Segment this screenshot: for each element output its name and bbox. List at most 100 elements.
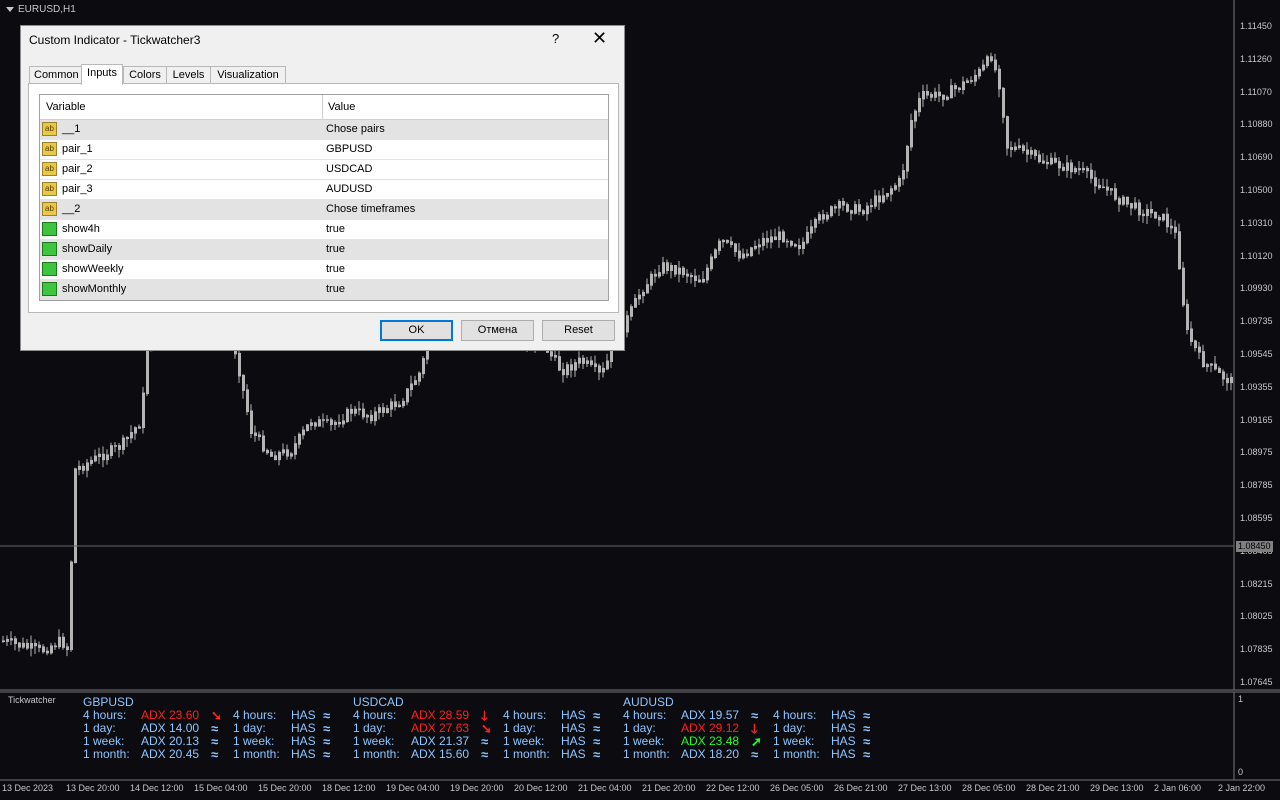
- candle-body: [394, 401, 397, 408]
- candle-body: [890, 188, 893, 195]
- candle-body: [874, 195, 877, 207]
- candle-body: [266, 449, 269, 454]
- candle-body: [62, 636, 65, 648]
- param-value[interactable]: GBPUSD: [326, 143, 372, 155]
- candle-body: [738, 250, 741, 259]
- candle-body: [866, 205, 869, 215]
- close-icon[interactable]: ✕: [592, 28, 607, 49]
- time-tick: 21 Dec 04:00: [578, 783, 632, 793]
- column-variable[interactable]: Variable: [46, 101, 86, 113]
- waves-icon: ≈: [751, 747, 759, 762]
- candle-body: [326, 419, 329, 421]
- chart-symbol[interactable]: EURUSD,H1: [6, 4, 76, 15]
- param-row-showMonthly[interactable]: showMonthly true: [40, 280, 608, 300]
- candle-body: [958, 87, 961, 91]
- candle-body: [826, 214, 829, 220]
- candle-body: [70, 561, 73, 651]
- candle-body: [106, 454, 109, 461]
- time-tick: 20 Dec 12:00: [514, 783, 568, 793]
- param-value[interactable]: USDCAD: [326, 163, 372, 175]
- candle-body: [914, 110, 917, 122]
- waves-icon: ≈: [863, 747, 871, 762]
- candle-body: [374, 411, 377, 422]
- adx-value: ADX 20.45: [141, 747, 200, 761]
- waves-icon: ≈: [211, 747, 219, 762]
- column-value[interactable]: Value: [328, 101, 355, 113]
- time-tick: 21 Dec 20:00: [642, 783, 696, 793]
- param-value[interactable]: Chose pairs: [326, 123, 385, 135]
- column-divider[interactable]: [322, 95, 323, 119]
- param-row-pair3[interactable]: ab pair_3 AUDUSD: [40, 180, 608, 200]
- param-row-showWeekly[interactable]: showWeekly true: [40, 260, 608, 280]
- tab-visualization[interactable]: Visualization: [210, 66, 286, 84]
- candle-body: [954, 85, 957, 90]
- param-row-pair1[interactable]: ab pair_1 GBPUSD: [40, 140, 608, 160]
- candle-body: [938, 91, 941, 97]
- string-param-icon: ab: [42, 122, 57, 136]
- param-row-2[interactable]: ab __2 Chose timeframes: [40, 200, 608, 220]
- candle-body: [406, 388, 409, 403]
- param-value[interactable]: true: [326, 263, 345, 275]
- candle-body: [554, 354, 557, 358]
- param-value[interactable]: AUDUSD: [326, 183, 372, 195]
- param-value[interactable]: true: [326, 223, 345, 235]
- candle-body: [686, 273, 689, 277]
- candle-body: [886, 193, 889, 197]
- candle-body: [402, 400, 405, 407]
- candle-body: [1034, 150, 1037, 156]
- candle-body: [86, 462, 89, 471]
- param-name: pair_2: [62, 163, 93, 175]
- ok-button[interactable]: OK: [380, 320, 453, 341]
- period-label: 1 month:: [353, 747, 400, 761]
- candle-body: [278, 451, 281, 461]
- candle-body: [398, 404, 401, 408]
- candle-body: [634, 297, 637, 308]
- candle-body: [330, 419, 333, 425]
- adx-value: ADX 15.60: [411, 747, 470, 761]
- symbol-label: EURUSD,H1: [18, 4, 76, 15]
- candle-body: [842, 201, 845, 206]
- candle-body: [950, 85, 953, 99]
- param-row-pair2[interactable]: ab pair_2 USDCAD: [40, 160, 608, 180]
- candle-body: [1102, 186, 1105, 189]
- price-tick: 1.09545: [1240, 349, 1273, 359]
- candle-body: [746, 253, 749, 257]
- param-value[interactable]: true: [326, 283, 345, 295]
- cancel-button[interactable]: Отмена: [461, 320, 534, 341]
- candle-body: [898, 177, 901, 187]
- candle-body: [414, 380, 417, 385]
- candle-body: [1134, 202, 1137, 209]
- param-row-1[interactable]: ab __1 Chose pairs: [40, 120, 608, 140]
- candle-body: [26, 642, 29, 649]
- param-row-showDaily[interactable]: showDaily true: [40, 240, 608, 260]
- candle-body: [590, 360, 593, 365]
- candle-body: [118, 445, 121, 450]
- candle-body: [1138, 202, 1141, 216]
- tab-colors[interactable]: Colors: [123, 66, 167, 84]
- param-value[interactable]: true: [326, 243, 345, 255]
- reset-button[interactable]: Reset: [542, 320, 615, 341]
- time-tick: 19 Dec 04:00: [386, 783, 440, 793]
- candle-body: [50, 645, 53, 654]
- has-value: HAS: [831, 747, 856, 761]
- candle-body: [1114, 188, 1117, 200]
- candle-body: [1194, 340, 1197, 349]
- candle-body: [282, 449, 285, 454]
- param-value[interactable]: Chose timeframes: [326, 203, 415, 215]
- candle-body: [930, 94, 933, 98]
- candle-body: [1226, 377, 1229, 384]
- candle-body: [578, 357, 581, 364]
- candle-body: [134, 427, 137, 434]
- candle-body: [1086, 167, 1089, 172]
- tab-common[interactable]: Common: [29, 66, 83, 84]
- menu-triangle-icon[interactable]: [6, 6, 14, 12]
- tab-inputs[interactable]: Inputs: [81, 64, 123, 85]
- candle-body: [878, 195, 881, 203]
- candle-body: [1230, 376, 1233, 384]
- param-row-show4h[interactable]: show4h true: [40, 220, 608, 240]
- help-icon[interactable]: ?: [552, 31, 559, 46]
- inputs-panel: Variable Value ab __1 Chose pairs ab pair_1 G…: [28, 83, 619, 313]
- candle-body: [730, 241, 733, 245]
- tab-levels[interactable]: Levels: [166, 66, 211, 84]
- candle-body: [18, 642, 21, 648]
